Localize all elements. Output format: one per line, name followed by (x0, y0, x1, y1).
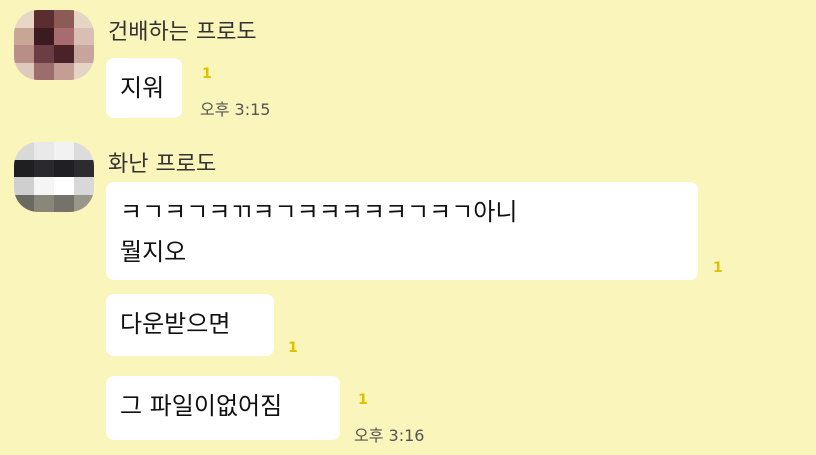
chat-room: 건배하는 프로도 지워 1 오후 3:15 화난 프로도 ㅋㄱㅋㄱㅋㄲㅋㄱㅋㅋㅋ… (0, 0, 816, 455)
message-text: ㅋㄱㅋㄱㅋㄲㅋㄱㅋㅋㅋㅋㅋㄱㅋㄱ아니 (120, 198, 518, 226)
unread-count: 1 (358, 392, 368, 408)
unread-count: 1 (713, 260, 723, 276)
message-bubble[interactable]: 지워 (106, 58, 182, 118)
message-time: 오후 3:15 (200, 100, 271, 119)
sender-name: 화난 프로도 (108, 152, 217, 177)
message-bubble[interactable]: 다운받으면 (106, 294, 274, 356)
message-text: 뭘지오 (120, 238, 187, 266)
message-text: 지워 (120, 74, 165, 102)
unread-count: 1 (288, 340, 298, 356)
message-text: 그 파일이없어짐 (120, 392, 283, 420)
message-text: 다운받으면 (120, 310, 231, 338)
message-bubble[interactable]: 그 파일이없어짐 (106, 376, 340, 440)
message-bubble[interactable]: ㅋㄱㅋㄱㅋㄲㅋㄱㅋㅋㅋㅋㅋㄱㅋㄱ아니 뭘지오 (106, 182, 698, 280)
message-time: 오후 3:16 (354, 426, 425, 445)
avatar[interactable] (14, 142, 94, 212)
unread-count: 1 (202, 66, 212, 82)
avatar[interactable] (14, 10, 94, 80)
sender-name: 건배하는 프로도 (108, 20, 257, 45)
